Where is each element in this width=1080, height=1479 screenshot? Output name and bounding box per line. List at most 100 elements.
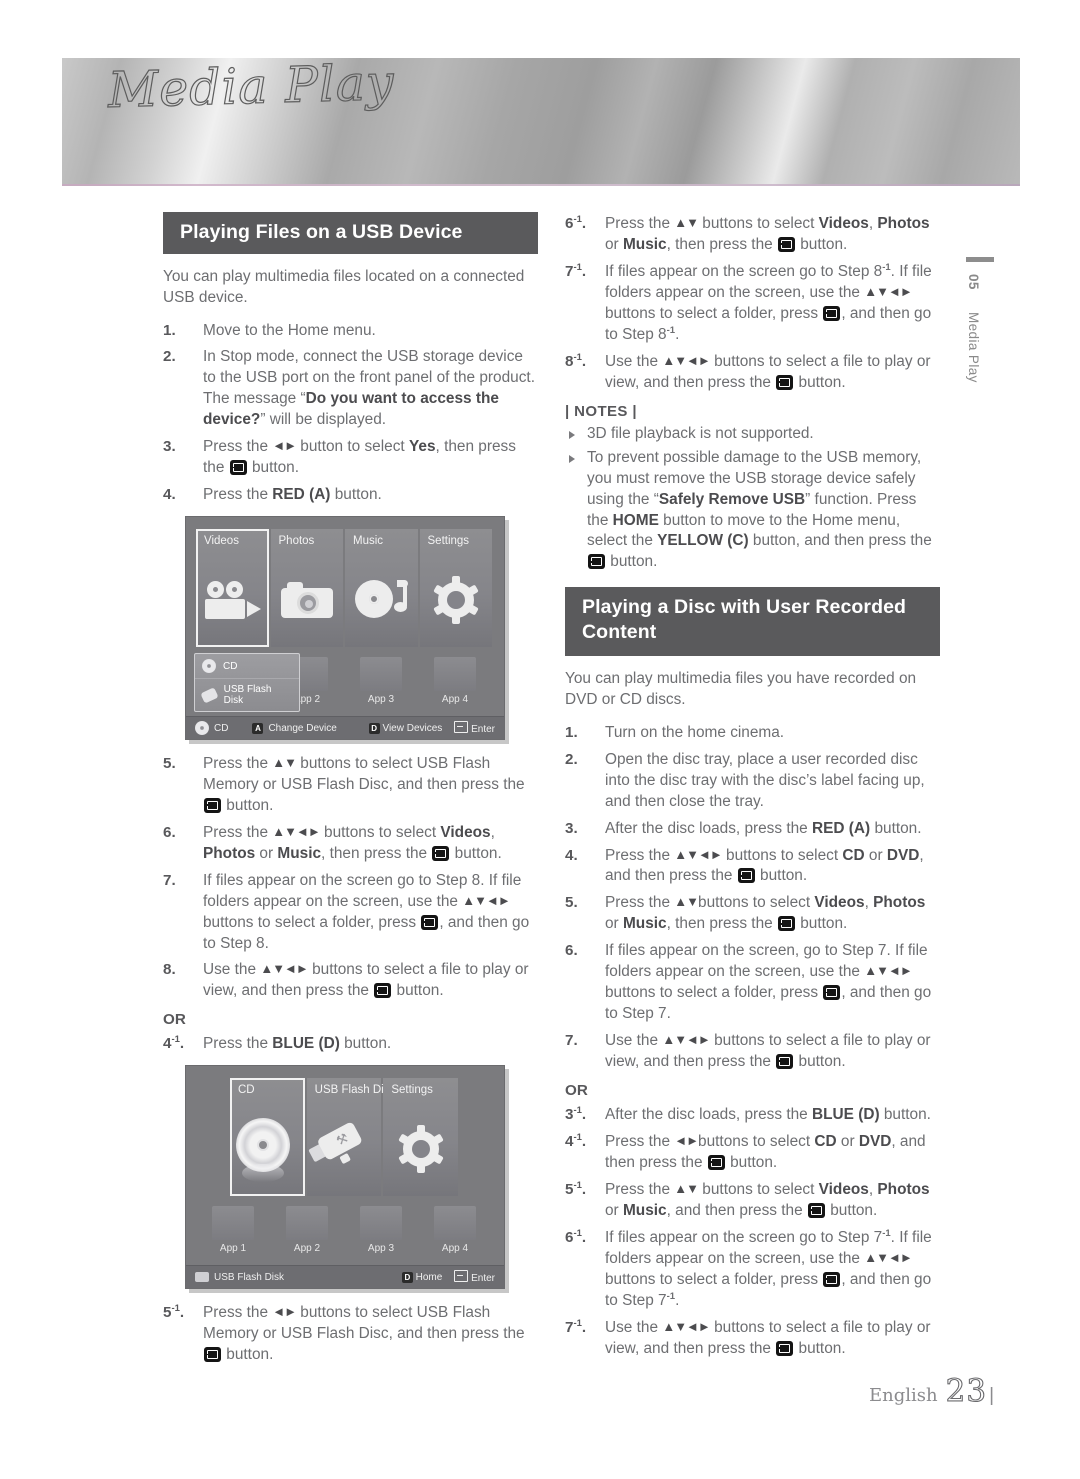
app-slot[interactable]: App 4 bbox=[418, 657, 492, 709]
app-slot[interactable]: App 2 bbox=[270, 1206, 344, 1258]
status-right-group: D View Devices Enter bbox=[368, 721, 495, 735]
app-tile[interactable] bbox=[286, 1206, 328, 1241]
step-number: 7. bbox=[163, 871, 176, 889]
key-d-badge: D bbox=[368, 722, 380, 734]
usb-steps-list-1: 1. Move to the Home menu. 2. In Stop mode, … bbox=[163, 321, 538, 507]
step-text: Press the ◄► button to select Yes, then … bbox=[203, 438, 516, 477]
footer-language: English bbox=[869, 1385, 938, 1406]
device-popup[interactable]: CD USB Flash Disk bbox=[194, 653, 300, 713]
status-home[interactable]: D Home bbox=[401, 1271, 442, 1283]
app-slot[interactable]: App 3 bbox=[344, 1206, 418, 1258]
step-number: 5-1. bbox=[565, 1179, 587, 1198]
step-number: 7-1. bbox=[565, 1317, 587, 1336]
step-text: If files appear on the screen go to Step… bbox=[605, 1227, 932, 1309]
step-number: 2. bbox=[163, 348, 176, 366]
step-text: If files appear on the screen, go to Ste… bbox=[605, 942, 932, 1023]
app-tile[interactable] bbox=[360, 1206, 402, 1241]
enter-icon bbox=[454, 721, 469, 734]
status-enter[interactable]: Enter bbox=[454, 1270, 495, 1284]
home-pane-photos[interactable]: Photos bbox=[270, 529, 343, 648]
app-label: App 3 bbox=[367, 694, 395, 706]
status-enter[interactable]: Enter bbox=[454, 721, 495, 735]
step-number: 7-1. bbox=[565, 261, 587, 280]
status-current-device: CD bbox=[195, 721, 229, 736]
step-text: Press the ◄►buttons to select CD or DVD,… bbox=[605, 1132, 926, 1171]
home-pane-music-label: Music bbox=[353, 535, 384, 548]
usb-icon: ⚒ bbox=[307, 1116, 382, 1182]
disc-pane-cd-label: CD bbox=[238, 1084, 255, 1097]
status-view-devices[interactable]: D View Devices bbox=[368, 722, 442, 734]
disc-pane-settings-label: Settings bbox=[391, 1084, 433, 1097]
home-pane-videos-label: Videos bbox=[204, 535, 239, 548]
step-text: Use the ▲▼◄► buttons to select a file to… bbox=[605, 352, 931, 391]
step-text: Open the disc tray, place a user recorde… bbox=[605, 750, 925, 810]
gear-icon bbox=[383, 1116, 458, 1182]
disc-pane-cd[interactable]: CD bbox=[230, 1078, 305, 1197]
key-a-badge: A bbox=[252, 722, 264, 734]
device-popup-item-cd[interactable]: CD bbox=[195, 654, 299, 678]
step-text: Move to the Home menu. bbox=[203, 321, 376, 339]
step-item: 4-1. Press the ◄►buttons to select CD or … bbox=[565, 1132, 940, 1174]
status-device-label: CD bbox=[214, 722, 229, 734]
step-item: 2. Open the disc tray, place a user recor… bbox=[565, 750, 940, 813]
step-item: 7-1. Use the ▲▼◄► buttons to select a fil… bbox=[565, 1318, 940, 1360]
device-popup-item-usb[interactable]: USB Flash Disk bbox=[195, 678, 299, 711]
app-tile[interactable] bbox=[360, 657, 402, 692]
step-text: Use the ▲▼◄► buttons to select a file to… bbox=[605, 1032, 931, 1070]
status-change-device-label: Change Device bbox=[268, 722, 337, 734]
step-item: 7-1. If files appear on the screen go to … bbox=[565, 262, 940, 346]
usb-steps-list-3: 4-1. Press the BLUE (D) button. bbox=[163, 1034, 538, 1055]
home-pane-videos[interactable]: Videos bbox=[196, 529, 269, 648]
step-number: 1. bbox=[565, 723, 578, 741]
cd-music-note-icon bbox=[345, 567, 418, 633]
step-item: 3. After the disc loads, press the RED (A… bbox=[565, 819, 940, 840]
step-number: 3. bbox=[565, 819, 578, 837]
step-number: 6. bbox=[163, 823, 176, 841]
step-number: 7. bbox=[565, 1032, 578, 1049]
section-header-usb: Playing Files on a USB Device bbox=[163, 212, 538, 254]
app-slot[interactable]: App 3 bbox=[344, 657, 418, 709]
status-right-group: D Home Enter bbox=[401, 1270, 495, 1284]
usb-steps-list-4: 5-1. Press the ◄► buttons to select USB F… bbox=[163, 1303, 538, 1366]
step-item: 8. Use the ▲▼◄► buttons to select a file … bbox=[163, 960, 538, 1002]
notes-list: 3D file playback is not supported. To pre… bbox=[565, 424, 940, 574]
app-slot[interactable]: App 1 bbox=[196, 1206, 270, 1258]
step-text: Press the RED (A) button. bbox=[203, 486, 382, 504]
step-number: 5. bbox=[163, 755, 176, 773]
app-tile[interactable] bbox=[434, 1206, 476, 1241]
note-item: 3D file playback is not supported. bbox=[565, 424, 940, 445]
step-number: 4-1. bbox=[565, 1131, 587, 1150]
disc-steps-list: 1. Turn on the home cinema. 2. Open the dis… bbox=[565, 723, 940, 1073]
disc-pane-settings[interactable]: Settings bbox=[383, 1078, 459, 1197]
status-change-device[interactable]: A Change Device bbox=[252, 722, 337, 734]
status-enter-label: Enter bbox=[471, 1273, 495, 1285]
app-tile[interactable] bbox=[212, 1206, 254, 1241]
usb-icon bbox=[200, 686, 219, 704]
home-pane-settings[interactable]: Settings bbox=[419, 529, 492, 648]
step-item: 5-1. Press the ◄► buttons to select USB F… bbox=[163, 1303, 538, 1366]
home-pane-music[interactable]: Music bbox=[345, 529, 418, 648]
footer-rule: | bbox=[989, 1385, 994, 1406]
step-number: 6-1. bbox=[565, 214, 587, 233]
home-menu-panes: Videos Photos Music Settings bbox=[196, 529, 492, 648]
step-number: 8-1. bbox=[565, 351, 587, 370]
usb-steps-continued: 6-1. Press the ▲▼ buttons to select Video… bbox=[565, 214, 940, 394]
chapter-tab: 05 Media Play bbox=[966, 257, 994, 383]
step-item: 5. Press the ▲▼ buttons to select USB Fla… bbox=[163, 754, 538, 817]
chapter-tab-text: 05 Media Play bbox=[966, 274, 981, 383]
step-item: 7. If files appear on the screen go to St… bbox=[163, 871, 538, 955]
cd-icon bbox=[230, 1116, 305, 1183]
app-slot[interactable]: App 4 bbox=[418, 1206, 492, 1258]
key-d-badge: D bbox=[401, 1271, 413, 1283]
app-tile[interactable] bbox=[434, 657, 476, 692]
step-number: 6. bbox=[565, 942, 578, 960]
device-popup-usb-label: USB Flash Disk bbox=[223, 684, 272, 707]
step-item: 5. Press the ▲▼buttons to select Videos, … bbox=[565, 893, 940, 935]
notes-title: | NOTES | bbox=[565, 402, 638, 420]
app-label: App 4 bbox=[441, 1243, 469, 1255]
disc-pane-usb[interactable]: USB Flash Disk ⚒ bbox=[306, 1078, 395, 1197]
disc-menu-panes: CD USB Flash Disk ⚒ Settings bbox=[230, 1078, 459, 1197]
step-number: 5. bbox=[565, 894, 578, 912]
page-footer: English 23 | bbox=[0, 1372, 1080, 1409]
disc-status-bar: USB Flash Disk D Home Enter bbox=[186, 1265, 504, 1289]
